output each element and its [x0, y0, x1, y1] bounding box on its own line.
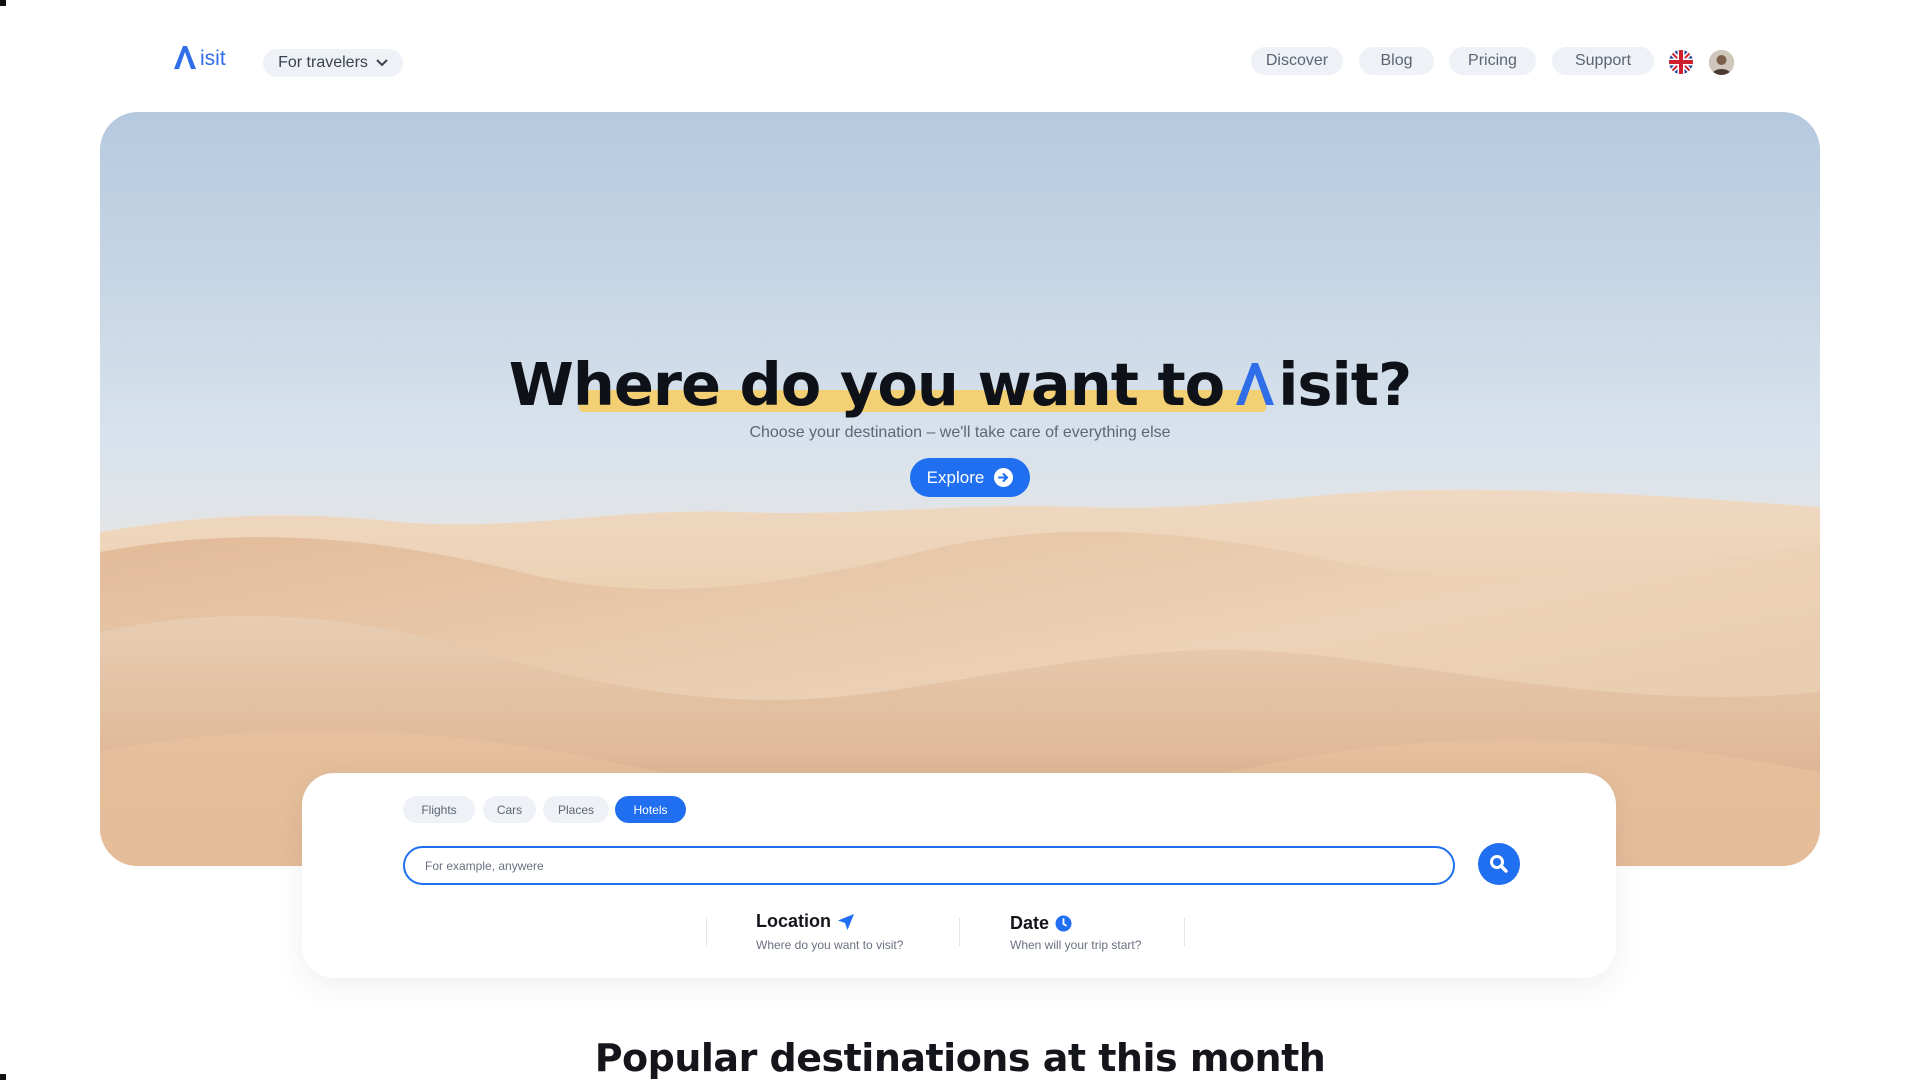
chevron-down-icon	[376, 59, 388, 67]
date-subtitle: When will your trip start?	[1010, 938, 1142, 952]
location-subtitle: Where do you want to visit?	[756, 938, 904, 952]
tab-flights[interactable]: Flights	[403, 796, 475, 823]
audience-label: For travelers	[278, 54, 368, 71]
nav-discover[interactable]: Discover	[1251, 47, 1343, 75]
language-flag-uk-icon[interactable]	[1669, 50, 1693, 74]
location-title: Location	[756, 911, 831, 931]
date-field[interactable]: Date	[1010, 913, 1072, 934]
tab-flights-label: Flights	[421, 802, 457, 817]
tab-cars[interactable]: Cars	[483, 796, 536, 823]
field-divider	[1184, 918, 1185, 946]
tab-places[interactable]: Places	[543, 796, 609, 823]
navigation-arrow-icon	[838, 913, 854, 930]
hero-subtitle: Choose your destination – we'll take car…	[749, 424, 1171, 441]
search-icon	[1490, 855, 1508, 873]
explore-button[interactable]: Explore	[910, 458, 1030, 497]
popular-destinations-title: Popular destinations at this month	[594, 1036, 1326, 1080]
audience-dropdown[interactable]: For travelers	[263, 49, 403, 77]
tab-hotels-label: Hotels	[633, 802, 668, 817]
hero-title: Where do you want to isit?	[0, 350, 1920, 419]
explore-label: Explore	[926, 467, 985, 487]
logo-text: isit	[200, 47, 226, 70]
date-title: Date	[1010, 913, 1050, 933]
search-button[interactable]	[1478, 843, 1520, 885]
arrow-right-icon	[994, 468, 1014, 487]
nav-blog[interactable]: Blog	[1359, 47, 1434, 75]
hero-title-start: Where do you want to	[508, 350, 1225, 419]
logo-mark-icon	[174, 46, 196, 69]
nav-support[interactable]: Support	[1552, 47, 1654, 75]
user-avatar[interactable]	[1709, 50, 1734, 75]
nav-pricing-label: Pricing	[1468, 52, 1517, 69]
hero-title-end: isit?	[1278, 350, 1412, 419]
search-input[interactable]	[403, 846, 1455, 885]
logo-mark-icon	[1236, 363, 1275, 405]
nav-blog-label: Blog	[1380, 52, 1413, 69]
location-field[interactable]: Location	[756, 911, 855, 932]
tab-cars-label: Cars	[496, 802, 523, 817]
corner-mark	[0, 0, 6, 6]
field-divider	[706, 918, 707, 946]
tab-places-label: Places	[557, 802, 595, 817]
logo[interactable]: isit	[172, 44, 226, 70]
nav-support-label: Support	[1574, 52, 1632, 69]
tab-hotels[interactable]: Hotels	[615, 796, 686, 823]
clock-icon	[1055, 915, 1072, 932]
nav-discover-label: Discover	[1265, 52, 1329, 69]
nav-pricing[interactable]: Pricing	[1449, 47, 1536, 75]
field-divider	[959, 918, 960, 946]
